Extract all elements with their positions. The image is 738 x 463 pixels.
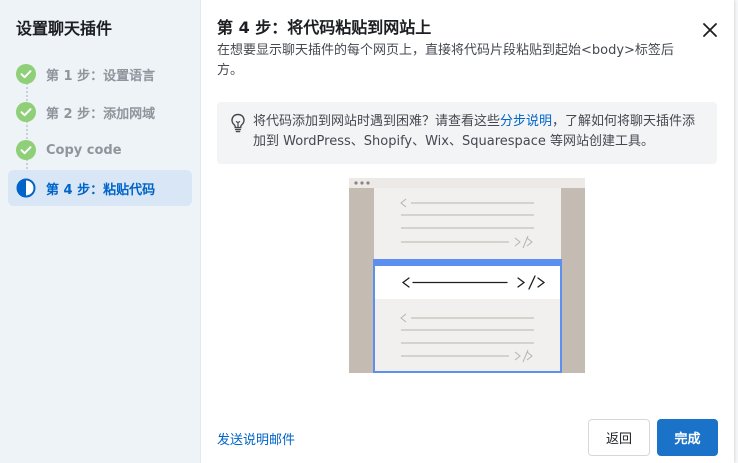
tip-text: 将代码添加到网站时遇到困难？请查看这些分步说明，了解如何将聊天插件添加到 Wor… <box>253 112 705 164</box>
check-circle-icon <box>16 102 36 122</box>
step-1[interactable]: 第 1 步：设置语言 <box>8 56 192 92</box>
setup-modal: 设置聊天插件 第 1 步：设置语言 第 2 步：添加网域 Copy code 第… <box>0 0 734 463</box>
back-button[interactable]: 返回 <box>588 419 650 456</box>
step-label: Copy code <box>46 142 122 158</box>
step-4[interactable]: 第 4 步：粘贴代码 <box>8 170 192 206</box>
check-circle-icon <box>16 64 36 84</box>
check-circle-icon <box>16 140 36 160</box>
send-instructions-link[interactable]: 发送说明邮件 <box>217 429 295 448</box>
step-label: 第 2 步：添加网域 <box>46 106 156 122</box>
sidebar-title: 设置聊天插件 <box>16 19 113 38</box>
step-2[interactable]: 第 2 步：添加网域 <box>8 94 192 130</box>
step-label: 第 1 步：设置语言 <box>46 68 156 84</box>
half-circle-icon <box>16 178 36 198</box>
done-button[interactable]: 完成 <box>657 419 718 456</box>
close-button[interactable] <box>696 16 724 44</box>
paste-code-illustration <box>349 178 585 373</box>
step-3[interactable]: Copy code <box>8 132 192 168</box>
main-content: 第 4 步：将代码粘贴到网站上 在想要显示聊天插件的每个网页上，直接将代码片段粘… <box>201 0 734 463</box>
steps-list: 第 1 步：设置语言 第 2 步：添加网域 Copy code 第 4 步：粘贴… <box>0 56 200 206</box>
tip-box: 将代码添加到网站时遇到困难？请查看这些分步说明，了解如何将聊天插件添加到 Wor… <box>217 102 717 164</box>
step-label: 第 4 步：粘贴代码 <box>46 182 156 198</box>
sidebar: 设置聊天插件 第 1 步：设置语言 第 2 步：添加网域 Copy code 第… <box>0 0 201 463</box>
close-icon <box>703 23 717 37</box>
tip-text-before: 将代码添加到网站时遇到困难？请查看这些 <box>253 114 501 129</box>
lightbulb-icon <box>231 113 245 133</box>
page-title: 第 4 步：将代码粘贴到网站上 <box>217 18 432 37</box>
description: 在想要显示聊天插件的每个网页上，直接将代码片段粘贴到起始<body>标签后方。 <box>217 43 674 78</box>
step-by-step-link[interactable]: 分步说明 <box>500 114 552 129</box>
